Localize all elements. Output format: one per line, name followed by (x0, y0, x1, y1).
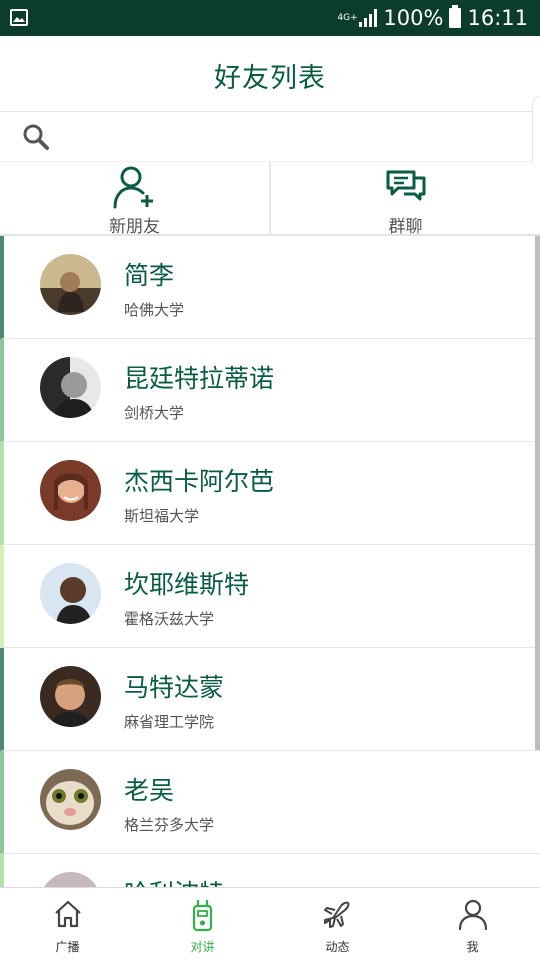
nav-me-label: 我 (466, 940, 479, 954)
search-bar[interactable] (0, 112, 540, 162)
nav-intercom[interactable]: 对讲 (135, 888, 270, 960)
new-friends-button[interactable]: 新朋友 (0, 162, 269, 237)
nav-moments-label: 动态 (325, 940, 350, 954)
home-icon (54, 900, 81, 928)
friend-school: 麻省理工学院 (124, 713, 215, 731)
friend-name: 坎耶维斯特 (124, 570, 250, 599)
friend-row-2[interactable]: 杰西卡阿尔芭 斯坦福大学 (0, 442, 540, 545)
list-scrollbar[interactable] (535, 236, 540, 750)
nav-broadcast[interactable]: 广播 (0, 888, 135, 960)
friend-row-5[interactable]: 老吴 格兰芬多大学 (0, 751, 540, 854)
avatar (40, 254, 101, 315)
nav-me[interactable]: 我 (405, 888, 540, 960)
friend-name: 简李 (124, 261, 175, 290)
friend-school: 哈佛大学 (124, 301, 185, 319)
gallery-notification-icon (10, 9, 28, 26)
group-chat-label: 群聊 (388, 217, 423, 237)
friend-school: 剑桥大学 (124, 404, 185, 422)
friend-name: 马特达蒙 (124, 673, 225, 702)
airplane-icon (323, 901, 349, 928)
status-indicators: 4G+ 100% 16:11 (337, 4, 528, 32)
friend-school: 格兰芬多大学 (124, 816, 215, 834)
friend-row-3[interactable]: 坎耶维斯特 霍格沃兹大学 (0, 545, 540, 648)
page-title: 好友列表 (214, 63, 326, 94)
search-input[interactable] (62, 120, 502, 154)
friend-list[interactable]: 简李 哈佛大学 昆廷特拉蒂诺 剑桥大学 杰西卡阿尔芭 斯坦福大学 坎耶维斯特 霍… (0, 236, 540, 887)
avatar (40, 563, 101, 624)
avatar (40, 460, 101, 521)
avatar (40, 872, 101, 887)
header: 好友列表 (0, 36, 540, 112)
avatar (40, 357, 101, 418)
clock: 16:11 (467, 6, 528, 30)
status-bar: 4G+ 100% 16:11 (0, 0, 540, 36)
friend-row-6[interactable]: 哈利波特 (0, 854, 540, 887)
nav-intercom-label: 对讲 (190, 940, 215, 954)
friend-school: 斯坦福大学 (124, 507, 200, 525)
friend-name: 老吴 (124, 776, 175, 805)
person-icon (458, 899, 487, 930)
friend-school: 霍格沃兹大学 (124, 610, 215, 628)
friend-row-4[interactable]: 马特达蒙 麻省理工学院 (0, 648, 540, 751)
network-type-label: 4G+ (337, 12, 358, 23)
friend-name: 哈利波特 (124, 874, 224, 887)
new-friends-label: 新朋友 (109, 217, 160, 237)
avatar (40, 666, 101, 727)
group-chat-icon (386, 170, 425, 201)
battery-percent: 100% (383, 6, 444, 30)
nav-broadcast-label: 广播 (55, 940, 80, 954)
nav-moments[interactable]: 动态 (270, 888, 405, 960)
friend-row-1[interactable]: 昆廷特拉蒂诺 剑桥大学 (0, 339, 540, 442)
search-icon[interactable] (22, 123, 50, 151)
battery-icon (449, 5, 462, 28)
friend-row-0[interactable]: 简李 哈佛大学 (0, 236, 540, 339)
quick-actions: 新朋友 群聊 (0, 162, 540, 237)
add-friend-icon (113, 166, 153, 209)
walkie-talkie-icon (192, 900, 212, 932)
bottom-nav: 广播 对讲 动态 我 (0, 887, 540, 960)
friend-name: 杰西卡阿尔芭 (124, 467, 275, 496)
signal-icon (359, 9, 378, 27)
friend-name: 昆廷特拉蒂诺 (124, 364, 275, 393)
avatar (40, 769, 101, 830)
group-chat-button[interactable]: 群聊 (269, 162, 540, 237)
